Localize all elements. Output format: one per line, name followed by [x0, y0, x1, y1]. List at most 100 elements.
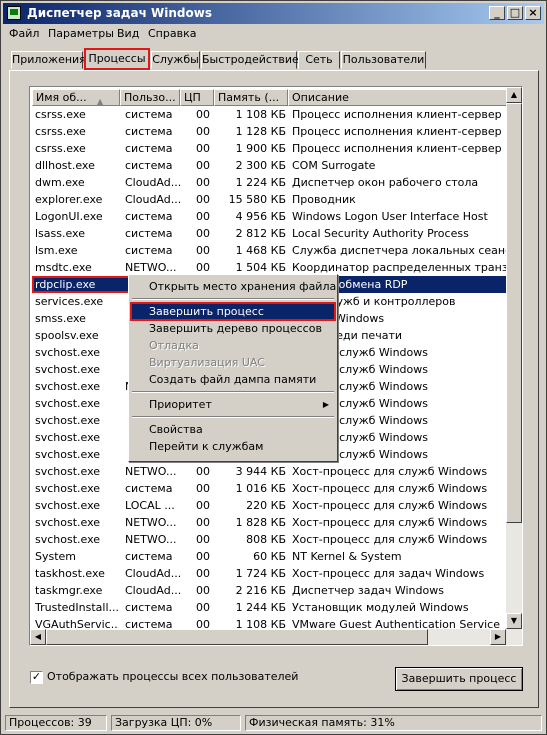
cell-desc: Windows Logon User Interface Host [292, 210, 488, 223]
context-menu-item[interactable]: Перейти к службам [131, 438, 335, 455]
cell-desc: Процесс исполнения клиент-сервер [292, 108, 502, 121]
menu-view[interactable]: Вид [117, 27, 139, 40]
cell-user: система [125, 601, 173, 614]
table-row[interactable]: svchost.exe NETWO... 00 1 828 КБ Хост-процес… [32, 514, 506, 531]
cell-desc: Хост-процесс для служб Windows [292, 516, 488, 529]
tab-users[interactable]: Пользователи [341, 51, 426, 69]
cell-desc: Хост-процесс для служб Windows [292, 482, 488, 495]
table-row[interactable]: LogonUI.exe система 00 4 956 КБ Windows Logo… [32, 208, 506, 225]
cell-name: LogonUI.exe [35, 210, 103, 223]
cell-user: система [125, 142, 173, 155]
cell-name: msdtc.exe [35, 261, 92, 274]
cell-user: система [125, 125, 173, 138]
submenu-arrow-icon: ▶ [322, 400, 329, 409]
cell-cpu: 00 [196, 516, 210, 529]
context-menu-item[interactable]: Свойства [131, 421, 335, 438]
context-menu-item[interactable]: Завершить процесс [130, 302, 336, 321]
menu-help[interactable]: Справка [148, 27, 196, 40]
cell-mem: 2 812 КБ [235, 227, 286, 240]
context-menu-item-label: Создать файл дампа памяти [149, 373, 317, 386]
cell-name: lsm.exe [35, 244, 78, 257]
column-header-cpu[interactable]: ЦП [180, 89, 214, 106]
tab-services[interactable]: Службы [151, 51, 200, 69]
cell-mem: 1 468 КБ [235, 244, 286, 257]
cell-mem: 1 900 КБ [235, 142, 286, 155]
table-row[interactable]: taskhost.exe CloudAd... 00 1 724 КБ Хост-про… [32, 565, 506, 582]
column-header-user[interactable]: Пользо... [120, 89, 180, 106]
cell-name: explorer.exe [35, 193, 103, 206]
tab-network[interactable]: Сеть [298, 51, 340, 69]
selected-row-highlight [32, 276, 130, 293]
table-row[interactable]: svchost.exe NETWO... 00 3 944 КБ Хост-процес… [32, 463, 506, 480]
menu-file[interactable]: Файл [9, 27, 39, 40]
table-row[interactable]: csrss.exe система 00 1 108 КБ Процесс исполн… [32, 106, 506, 123]
context-menu-item-label: Перейти к службам [149, 440, 264, 453]
vertical-scrollbar[interactable]: ▲ ▼ [506, 87, 522, 645]
context-menu-item[interactable]: Создать файл дампа памяти [131, 371, 335, 388]
table-row[interactable]: lsm.exe система 00 1 468 КБ Служба диспетчер… [32, 242, 512, 259]
table-row[interactable]: csrss.exe система 00 1 900 КБ Процесс исполн… [32, 140, 506, 157]
cell-desc: Local Security Authority Process [292, 227, 469, 240]
cell-cpu: 00 [196, 176, 210, 189]
cell-user: система [125, 159, 173, 172]
cell-user: CloudAd... [125, 176, 182, 189]
menu-options[interactable]: Параметры [48, 27, 114, 40]
table-row[interactable]: svchost.exe система 00 1 016 КБ Хост-процесс… [32, 480, 506, 497]
cell-desc: Диспетчер окон рабочего стола [292, 176, 479, 189]
cell-cpu: 00 [196, 227, 210, 240]
cell-user: система [125, 227, 173, 240]
column-header-memory[interactable]: Память (... [214, 89, 288, 106]
cell-desc: Служба диспетчера локальных сеансов [292, 244, 512, 257]
cell-user: система [125, 210, 173, 223]
context-menu-item[interactable]: Завершить дерево процессов [131, 320, 335, 337]
cell-name: svchost.exe [35, 465, 101, 478]
cell-name: dwm.exe [35, 176, 85, 189]
table-row[interactable]: dwm.exe CloudAd... 00 1 224 КБ Диспетчер око… [32, 174, 506, 191]
horizontal-scroll-thumb[interactable] [46, 629, 428, 645]
sort-ascending-icon: ▲ [97, 97, 104, 106]
cell-mem: 1 108 КБ [235, 108, 286, 121]
show-all-users-checkbox[interactable]: ✓ [30, 671, 43, 684]
horizontal-scrollbar[interactable]: ◀ ▶ [30, 629, 506, 645]
scroll-right-icon[interactable]: ▶ [490, 629, 506, 645]
tab-applications[interactable]: Приложения [11, 51, 86, 69]
close-button[interactable]: × [525, 6, 541, 20]
cell-name: svchost.exe [35, 414, 101, 427]
end-process-button[interactable]: Завершить процесс [395, 667, 523, 691]
list-header: Имя об... ▲ Пользо... ЦП Память (... Опис… [32, 89, 508, 106]
table-row[interactable]: taskmgr.exe CloudAd... 00 2 216 КБ Диспетчер… [32, 582, 506, 599]
cell-mem: 4 956 КБ [235, 210, 286, 223]
table-row[interactable]: csrss.exe система 00 1 128 КБ Процесс исполн… [32, 123, 506, 140]
table-row[interactable]: explorer.exe CloudAd... 00 15 580 КБ Проводн… [32, 191, 506, 208]
cell-user: NETWO... [125, 533, 177, 546]
scroll-down-icon[interactable]: ▼ [506, 613, 522, 629]
scroll-left-icon[interactable]: ◀ [30, 629, 46, 645]
cell-user: CloudAd... [125, 567, 182, 580]
maximize-button[interactable]: □ [507, 6, 523, 20]
scroll-up-icon[interactable]: ▲ [506, 87, 522, 103]
table-row[interactable]: TrustedInstall... система 00 1 244 КБ Устано… [32, 599, 506, 616]
title-bar[interactable]: Диспетчер задач Windows _ □ × [3, 3, 544, 24]
tab-processes[interactable]: Процессы [84, 48, 150, 70]
minimize-button[interactable]: _ [489, 6, 505, 20]
column-header-description[interactable]: Описание [288, 89, 508, 106]
status-bar: Процессов: 39 Загрузка ЦП: 0% Физическая… [3, 714, 544, 732]
vertical-scroll-thumb[interactable] [506, 103, 522, 523]
cell-name: svchost.exe [35, 431, 101, 444]
cell-name: taskmgr.exe [35, 584, 103, 597]
cell-cpu: 00 [196, 244, 210, 257]
cell-user: система [125, 108, 173, 121]
table-row[interactable]: System система 00 60 КБ NT Kernel & System [32, 548, 506, 565]
table-row[interactable]: lsass.exe система 00 2 812 КБ Local Security… [32, 225, 506, 242]
cell-mem: 15 580 КБ [228, 193, 286, 206]
cell-name: smss.exe [35, 312, 86, 325]
context-menu-item[interactable]: Открыть место хранения файла [131, 278, 336, 295]
table-row[interactable]: dllhost.exe система 00 2 300 КБ COM Surrogat… [32, 157, 506, 174]
tab-performance[interactable]: Быстродействие [201, 51, 299, 69]
table-row[interactable]: svchost.exe NETWO... 00 808 КБ Хост-процесс … [32, 531, 506, 548]
cell-cpu: 00 [196, 482, 210, 495]
column-header-name[interactable]: Имя об... ▲ [32, 89, 120, 106]
context-menu-item[interactable]: Приоритет ▶ [131, 396, 335, 413]
context-menu-item-label: Завершить процесс [149, 305, 264, 318]
table-row[interactable]: svchost.exe LOCAL ... 00 220 КБ Хост-процесс… [32, 497, 506, 514]
